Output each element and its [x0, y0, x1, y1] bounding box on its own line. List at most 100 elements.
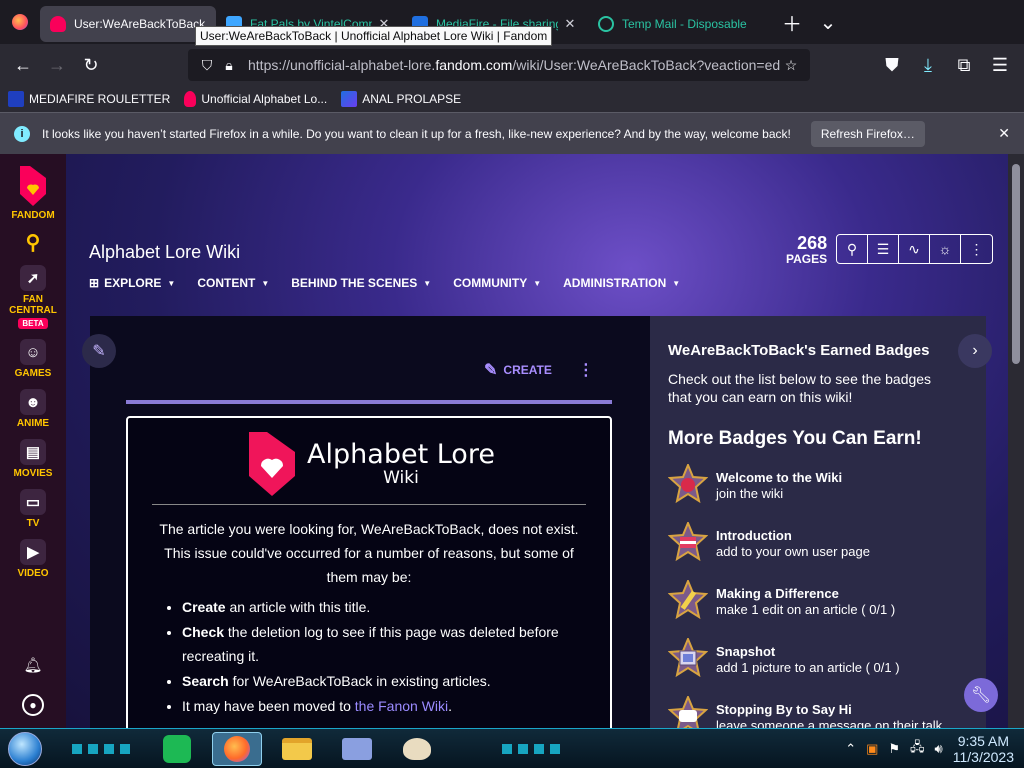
fan-central-link[interactable]: ➚ FAN CENTRAL BETA	[8, 265, 58, 329]
list-item[interactable]: Snapshot add 1 picture to an article ( 0/…	[668, 638, 942, 696]
caret-down-icon: ▼	[672, 278, 681, 288]
control-panel-taskbar-icon[interactable]	[332, 732, 382, 766]
clock[interactable]: 9:35 AM 11/3/2023	[953, 733, 1014, 765]
fandom-label: FANDOM	[11, 210, 55, 221]
create-label: CREATE	[503, 363, 552, 377]
search-button[interactable]: ⚲	[20, 229, 46, 255]
video-link[interactable]: ▶ VIDEO	[17, 539, 49, 579]
user-avatar-icon[interactable]: ●	[22, 694, 44, 716]
badge-list: Welcome to the Wiki join the wiki Introdu…	[668, 464, 942, 728]
bookmarks-bar: MEDIAFIRE ROULETTER Unofficial Alphabet …	[0, 86, 1024, 112]
lock-icon[interactable]: 🔒︎	[218, 57, 240, 74]
close-notification-icon[interactable]: ✕	[998, 125, 1010, 142]
nav-explore[interactable]: ⊞ EXPLORE ▼	[89, 276, 175, 290]
list-item: Create an article with this title.	[182, 595, 588, 619]
show-hidden-icons-icon[interactable]: ⌃	[845, 741, 856, 757]
nav-content[interactable]: CONTENT ▼	[197, 276, 269, 290]
tab-tooltip: User:WeAreBackToBack | Unofficial Alphab…	[195, 26, 553, 46]
list-all-tabs-button[interactable]: ⌄	[810, 4, 846, 40]
bookmark-label: MEDIAFIRE ROULETTER	[29, 92, 171, 106]
edit-pencil-icon[interactable]: ✎	[82, 334, 116, 368]
check-link[interactable]: Check	[182, 624, 224, 640]
list-item: It may have been moved to the Fanon Wiki…	[182, 694, 588, 718]
nav-behind-the-scenes[interactable]: BEHIND THE SCENES ▼	[291, 276, 431, 290]
close-tab-icon[interactable]: ✕	[562, 16, 578, 32]
list-item: Check the deletion log to see if this pa…	[182, 620, 588, 668]
new-tab-button[interactable]: ＋	[774, 4, 810, 40]
pencil-icon: ✎	[484, 362, 498, 379]
more-actions-icon[interactable]: ⋮	[578, 360, 594, 380]
nav-administration[interactable]: ADMINISTRATION ▼	[563, 276, 680, 290]
fanon-wiki-link[interactable]: the Fanon Wiki	[355, 698, 448, 714]
search-icon[interactable]: ⚲	[837, 235, 868, 263]
activity-icon[interactable]: ∿	[899, 235, 930, 263]
bookmark-third[interactable]: ANAL PROLAPSE	[341, 91, 461, 107]
content-divider	[126, 400, 612, 404]
tab-active[interactable]: User:WeAreBackToBack	[40, 6, 216, 42]
firefox-taskbar-icon[interactable]	[212, 731, 262, 766]
list-item[interactable]: Making a Difference make 1 edit on an art…	[668, 580, 942, 638]
pocket-icon[interactable]: ⛊	[874, 49, 910, 81]
spotify-taskbar-icon[interactable]	[152, 732, 202, 766]
fandom-global-sidebar: FANDOM ⚲ ➚ FAN CENTRAL BETA ☺ GAMES ☻ AN…	[0, 154, 66, 728]
anime-link[interactable]: ☻ ANIME	[17, 389, 49, 429]
discussions-icon[interactable]: ☰	[868, 235, 899, 263]
fandom-logo-icon[interactable]	[16, 164, 50, 208]
scrollbar-thumb[interactable]	[1012, 164, 1020, 364]
menu-icon[interactable]: ☰	[982, 49, 1018, 81]
reload-button[interactable]: ↻	[74, 49, 108, 81]
notifications-bell-icon[interactable]: 🔔︎	[20, 652, 46, 678]
wiki-page: Alphabet Lore Wiki ⊞ EXPLORE ▼ CONTENT ▼ BE…	[66, 154, 1008, 728]
list-item[interactable]: Introduction add to your own user page	[668, 522, 942, 580]
tv-link[interactable]: ▭ TV	[20, 489, 46, 529]
start-button[interactable]	[8, 731, 42, 766]
right-rail: WeAreBackToBack's Earned Badges Check ou…	[650, 316, 992, 728]
tab-title: User:WeAreBackToBack	[74, 17, 206, 31]
pages-count-label: PAGES	[786, 252, 828, 266]
list-item[interactable]: Welcome to the Wiki join the wiki	[668, 464, 942, 522]
page-scrollbar[interactable]	[1008, 154, 1024, 728]
games-link[interactable]: ☺ GAMES	[15, 339, 51, 379]
wrench-tools-icon[interactable]: 🔧︎	[964, 678, 998, 712]
more-options-icon[interactable]: ⋮	[961, 235, 992, 263]
create-link[interactable]: Create	[182, 599, 226, 615]
nav-label: COMMUNITY	[453, 276, 528, 290]
badge-title: Introduction	[716, 528, 792, 543]
search-link[interactable]: Search	[182, 673, 229, 689]
file-explorer-taskbar-icon[interactable]	[272, 732, 322, 766]
tray-app-icon[interactable]: ▣	[866, 741, 878, 757]
refresh-firefox-button[interactable]: Refresh Firefox…	[810, 120, 925, 147]
clapperboard-icon: ▤	[20, 439, 46, 465]
volume-icon[interactable]: 🔊︎	[935, 741, 943, 757]
theme-toggle-icon[interactable]: ☼	[930, 235, 961, 263]
notification-text: It looks like you haven’t started Firefo…	[42, 126, 791, 141]
bookmark-star-icon[interactable]: ☆	[780, 57, 802, 74]
movies-link[interactable]: ▤ MOVIES	[14, 439, 52, 479]
forward-button[interactable]: →	[40, 49, 74, 81]
tab-temp-mail[interactable]: Temp Mail - Disposable	[588, 6, 774, 42]
firefox-icon	[12, 14, 28, 30]
downloads-icon[interactable]: ⤓	[910, 49, 946, 81]
bookmark-mediafire-rouletter[interactable]: MEDIAFIRE ROULETTER	[8, 91, 170, 107]
fan-central-label: FAN CENTRAL	[9, 294, 57, 316]
clock-time: 9:35 AM	[957, 732, 1010, 749]
back-button[interactable]: ←	[6, 49, 40, 81]
wiki-name[interactable]: Alphabet Lore Wiki	[89, 242, 240, 263]
logo-line-2: Wiki	[383, 467, 419, 488]
pages-count-number: 268	[797, 233, 828, 253]
bookmark-alphabet-lore[interactable]: Unofficial Alphabet Lo...	[184, 91, 327, 107]
paint-taskbar-icon[interactable]	[392, 732, 442, 766]
extensions-icon[interactable]: ⧉	[946, 49, 982, 81]
flag-icon[interactable]: ⚑	[888, 741, 900, 757]
firefox-view-button[interactable]	[0, 0, 40, 44]
wiki-logo-text: Alphabet Lore Wiki	[307, 439, 495, 488]
create-button[interactable]: ✎ CREATE ⋮	[484, 360, 594, 380]
tracking-protection-icon[interactable]: ⛉	[196, 57, 218, 74]
say-hi-badge-icon	[668, 696, 708, 728]
address-bar[interactable]: ⛉ 🔒︎ https://unofficial-alphabet-lore.fa…	[188, 49, 810, 81]
anime-face-icon: ☻	[19, 389, 46, 415]
network-icon[interactable]: 🖧︎	[910, 738, 925, 760]
nav-community[interactable]: COMMUNITY ▼	[453, 276, 541, 290]
list-item[interactable]: Stopping By to Say Hi leave someone a mes…	[668, 696, 942, 728]
chevron-right-icon[interactable]: ›	[958, 334, 992, 368]
